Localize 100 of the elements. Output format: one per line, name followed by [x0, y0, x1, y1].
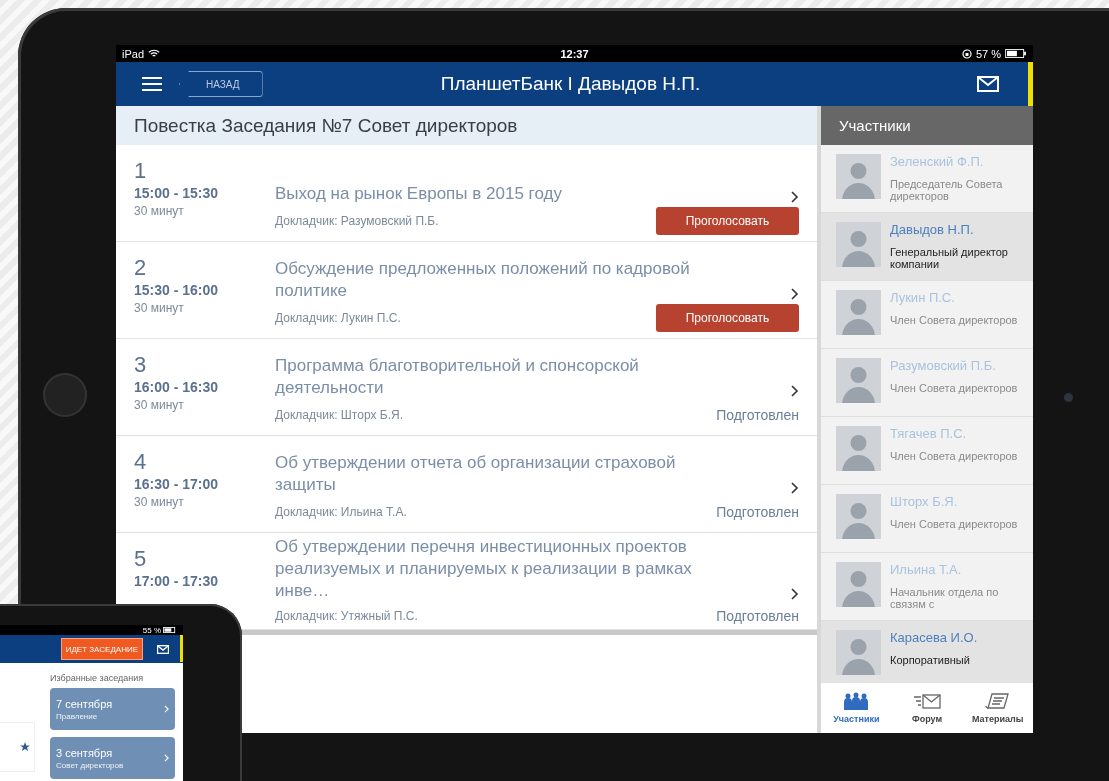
participant-name: Шторх Б.Я.: [890, 494, 959, 509]
app-title: ПланшетБанк I Давыдов Н.П.: [439, 73, 702, 95]
mail-icon: [157, 644, 169, 654]
time-range: 15:30 - 16:00: [134, 282, 220, 298]
meeting-date: 7 сентября: [56, 697, 113, 710]
chevron-right-icon: [164, 754, 169, 762]
meeting-live-button[interactable]: ИДЕТ ЗАСЕДАНИЕ: [60, 638, 143, 660]
section-title: Избранные заседания: [50, 673, 145, 683]
time-range: 15:00 - 15:30: [134, 185, 220, 201]
duration-label: 30 минут: [134, 398, 185, 412]
duration-label: 30 минут: [134, 204, 185, 218]
battery-icon: [163, 627, 177, 633]
vote-button[interactable]: Проголосовать: [656, 304, 799, 332]
favorite-meeting-card[interactable]: 3 сентября Совет директоров: [50, 737, 175, 779]
avatar-placeholder: [836, 426, 881, 471]
status-label: Подготовлен: [716, 504, 799, 520]
mail-icon: [977, 76, 999, 92]
wifi-icon: [148, 49, 161, 58]
duration-label: 30 минут: [134, 495, 185, 509]
item-number: 1: [134, 159, 148, 183]
participant-role: Начальник отдела по связям с: [890, 586, 1000, 610]
participant-item[interactable]: Карасева И.О. Корпоративный: [821, 621, 1033, 683]
item-title: Об утверждении перечня инвестиционных проектов реализуемых и планируемых к реализации в рамках инве…: [275, 536, 693, 603]
participant-name: Зеленский Ф.П.: [890, 154, 985, 169]
tab-materials[interactable]: Материалы: [962, 683, 1033, 733]
panel-header: Участники: [821, 106, 1033, 145]
participant-role: Член Совета директоров: [890, 518, 1019, 530]
chevron-right-icon: [164, 705, 169, 713]
chevron-right-icon: [791, 588, 799, 601]
time-range: 17:00 - 17:30: [134, 573, 220, 589]
avatar-placeholder: [836, 358, 881, 403]
chevron-right-icon: [791, 385, 799, 397]
time-range: 16:30 - 17:00: [134, 476, 220, 492]
avatar-placeholder: [836, 222, 881, 267]
item-number: 5: [134, 547, 148, 571]
battery-icon: [1005, 49, 1027, 58]
item-title: Об утверждении отчета об организации страховой защиты: [275, 452, 677, 496]
participant-name: Давыдов Н.П.: [890, 222, 975, 237]
participant-role: Член Совета директоров: [890, 382, 1019, 394]
item-title: Программа благотворительной и спонсорской деятельности: [275, 355, 640, 399]
meeting-date: 3 сентября: [56, 746, 114, 759]
agenda-header: Повестка Заседания №7 Совет директоров: [116, 106, 817, 145]
camera-dot: [1064, 393, 1073, 402]
participant-role: Член Совета директоров: [890, 314, 1019, 326]
participant-item[interactable]: Ильина Т.А. Начальник отдела по связям с: [821, 553, 1033, 621]
clock-time: 12:37: [560, 47, 589, 60]
favorite-meeting-card[interactable]: 7 сентября Правление: [50, 688, 175, 730]
avatar-placeholder: [836, 494, 881, 539]
participant-name: Ильина Т.А.: [890, 562, 963, 577]
vote-button[interactable]: Проголосовать: [656, 207, 799, 235]
document-icon: [983, 692, 1012, 710]
participant-item[interactable]: Давыдов Н.П. Генеральный директор компании: [821, 213, 1033, 281]
speaker-label: Докладчик: Ильина Т.А.: [275, 505, 407, 519]
rotation-lock-icon: [961, 48, 972, 59]
avatar-placeholder: [836, 154, 881, 199]
participant-item[interactable]: Шторх Б.Я. Член Совета директоров: [821, 485, 1033, 553]
meeting-name: Совет директоров: [56, 760, 124, 770]
agenda-item[interactable]: 2 15:30 - 16:00 30 минут Обсуждение предложенных положений по кадровой политике Докладчик: Лукин П.С. Проголосовать: [116, 242, 817, 339]
participant-item[interactable]: Лукин П.С. Член Совета директоров: [821, 281, 1033, 349]
participant-name: Лукин П.С.: [890, 290, 956, 305]
time-range: 16:00 - 16:30: [134, 379, 220, 395]
speaker-label: Докладчик: Утяжный П.С.: [275, 608, 418, 623]
participant-item[interactable]: Разумовский П.Б. Член Совета директоров: [821, 349, 1033, 417]
chevron-right-icon: [791, 482, 799, 494]
participant-role: Председатель Совета директоров: [890, 178, 1004, 202]
meeting-name: Правление: [56, 711, 99, 721]
status-label: Подготовлен: [716, 407, 799, 423]
avatar-placeholder: [836, 290, 881, 335]
tab-forum[interactable]: Форум: [891, 683, 963, 733]
speaker-label: Докладчик: Лукин П.С.: [275, 311, 401, 325]
item-number: 3: [134, 353, 148, 377]
chevron-right-icon: [791, 288, 799, 300]
participant-name: Разумовский П.Б.: [890, 358, 997, 373]
participant-name: Карасева И.О.: [890, 630, 979, 645]
device-label: iPad: [122, 47, 145, 60]
speaker-label: Докладчик: Шторх Б.Я.: [275, 408, 403, 422]
item-title: Обсуждение предложенных положений по кадровой политике: [275, 258, 691, 302]
participant-name: Тягачев П.С.: [890, 426, 968, 441]
participant-role: Член Совета директоров: [890, 450, 1019, 462]
item-title: Выход на рынок Европы в 2015 году: [275, 183, 563, 205]
chevron-right-icon: [791, 191, 799, 203]
item-number: 2: [134, 256, 148, 280]
agenda-item[interactable]: 1 15:00 - 15:30 30 минут Выход на рынок Европы в 2015 году Докладчик: Разумовский П.Б. Проголосовать: [116, 145, 817, 242]
people-icon: [842, 692, 871, 710]
battery-percent: 57 %: [975, 47, 1001, 60]
status-label: Подготовлен: [716, 607, 799, 624]
avatar-placeholder: [836, 630, 881, 675]
accent-strip: [1028, 62, 1033, 106]
avatar-placeholder: [836, 562, 881, 607]
accent-strip: [180, 635, 183, 662]
participant-role: Корпоративный: [890, 654, 971, 666]
tab-participants[interactable]: Участники: [821, 683, 892, 733]
duration-label: 30 минут: [134, 301, 185, 315]
menu-icon: [142, 77, 162, 91]
envelope-icon: [913, 692, 941, 710]
participant-item[interactable]: Тягачев П.С. Член Совета директоров: [821, 417, 1033, 485]
participant-item[interactable]: Зеленский Ф.П. Председатель Совета директоров: [821, 145, 1033, 213]
item-number: 4: [134, 450, 148, 474]
star-icon: [20, 742, 30, 752]
participant-role: Генеральный директор компании: [890, 246, 1009, 270]
